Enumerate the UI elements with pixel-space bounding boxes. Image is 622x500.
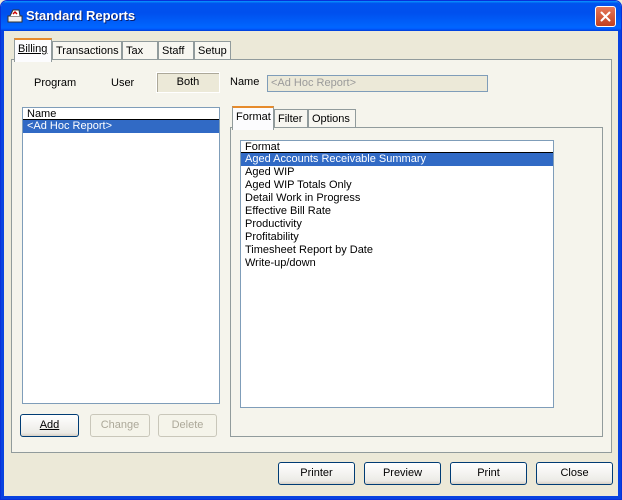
tab-tax-label: Tax [126,45,144,57]
format-list-item[interactable]: Profitability [241,231,553,244]
filter-both-option[interactable]: Both [156,72,220,93]
subtab-filter-label: Filter [278,113,303,125]
tab-setup-label: Setup [198,45,227,57]
subtab-format-label: Format [236,111,271,123]
close-window-button[interactable] [595,6,616,27]
subtab-options-label: Options [312,113,350,125]
window-frame-left [1,31,4,499]
close-button[interactable]: Close [536,462,613,485]
add-button-label: Add [39,419,60,431]
format-list-item[interactable]: Effective Bill Rate [241,205,553,218]
filter-program-option[interactable]: Program [34,75,76,92]
preview-button-label: Preview [382,467,423,479]
close-button-label: Close [560,467,589,479]
tab-billing-label: Billing [18,43,48,55]
subtab-format[interactable]: Format [232,106,274,130]
tab-transactions-label: Transactions [56,45,119,57]
delete-button[interactable]: Delete [158,414,217,437]
window-title: Standard Reports [26,8,136,23]
format-list[interactable]: Format Aged Accounts Receivable Summary … [240,140,554,408]
add-button[interactable]: Add [20,414,79,437]
format-list-item[interactable]: Write-up/down [241,257,553,270]
report-list-item[interactable]: <Ad Hoc Report> [23,120,219,133]
preview-button[interactable]: Preview [364,462,441,485]
filter-both-label: Both [176,76,200,88]
close-icon [600,11,611,22]
format-list-item[interactable]: Productivity [241,218,553,231]
format-list-item[interactable]: Detail Work in Progress [241,192,553,205]
format-list-header[interactable]: Format [241,141,553,153]
name-field-label: Name [230,76,260,88]
format-list-item[interactable]: Aged WIP [241,166,553,179]
filter-user-option[interactable]: User [111,75,134,92]
name-input[interactable]: <Ad Hoc Report> [267,75,488,92]
report-app-icon [7,9,23,23]
print-button-label: Print [477,467,500,479]
tab-staff-label: Staff [162,45,185,57]
window-frame-right [618,31,621,499]
format-list-item[interactable]: Aged Accounts Receivable Summary [241,153,553,166]
report-list[interactable]: Name <Ad Hoc Report> [22,107,220,404]
print-button[interactable]: Print [450,462,527,485]
change-button-label: Change [100,419,140,431]
format-list-item[interactable]: Timesheet Report by Date [241,244,553,257]
delete-button-label: Delete [171,419,204,431]
printer-button-label: Printer [300,467,333,479]
title-bar[interactable]: Standard Reports [1,1,621,31]
standard-reports-window: Standard Reports Billing Transactions Ta… [0,0,622,500]
tab-billing[interactable]: Billing [14,38,52,62]
printer-button[interactable]: Printer [278,462,355,485]
window-frame-bottom [1,496,621,499]
change-button[interactable]: Change [90,414,150,437]
report-list-header[interactable]: Name [23,108,219,120]
format-list-item[interactable]: Aged WIP Totals Only [241,179,553,192]
